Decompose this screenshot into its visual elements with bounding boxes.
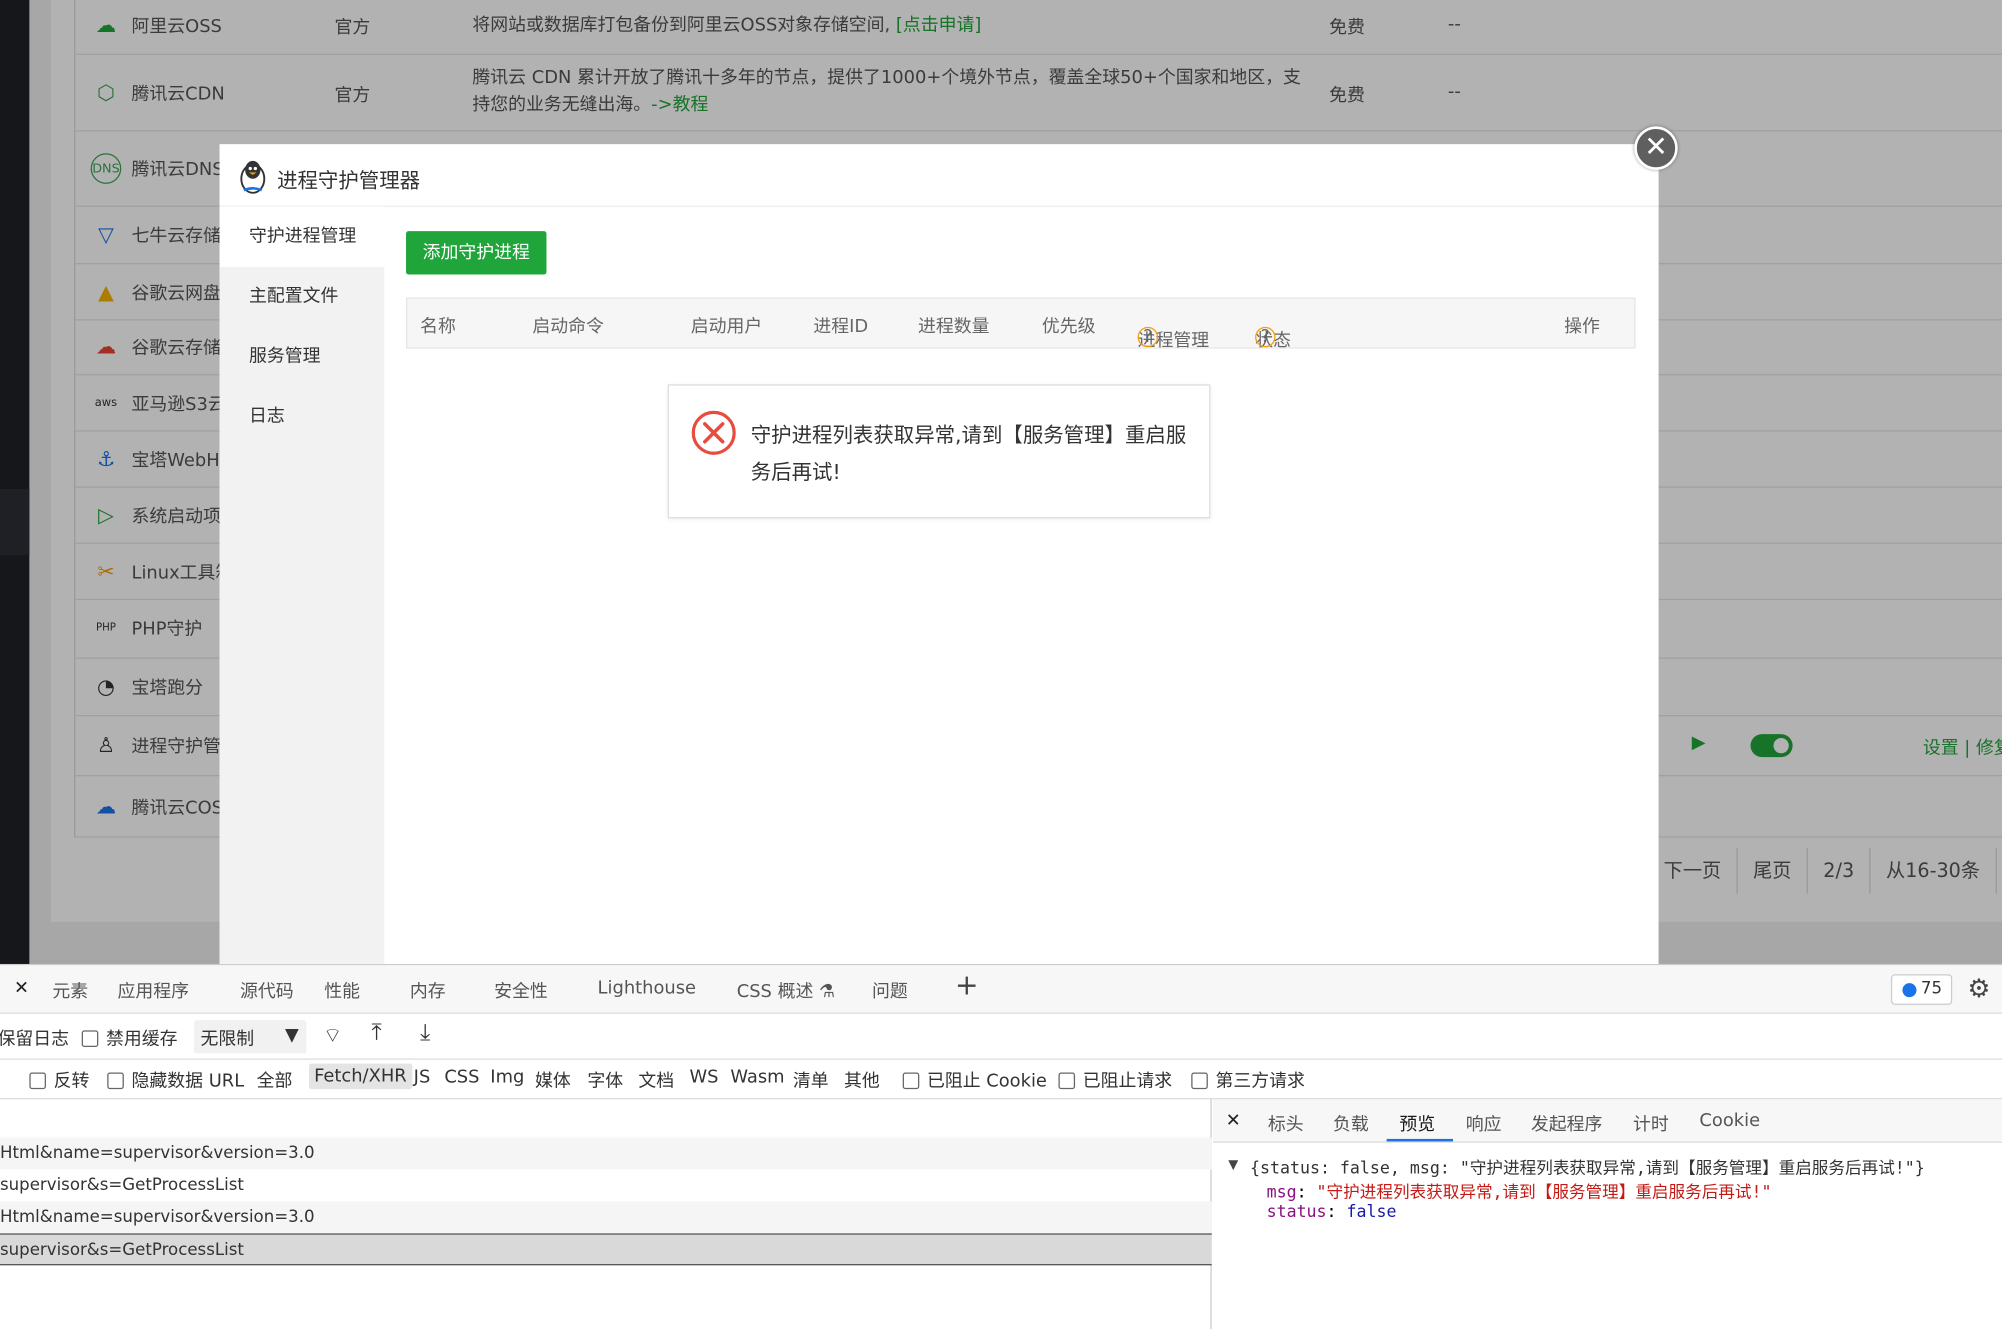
tab-application[interactable]: 应用程序 <box>117 978 189 1004</box>
tab-cookies[interactable]: Cookie <box>1699 1111 1760 1131</box>
devtools-tabbar: i ✕ 元素 应用程序 源代码 性能 内存 安全性 Lighthouse CSS… <box>0 965 2002 1014</box>
dialog-side-menu: 守护进程管理 主配置文件 服务管理 日志 <box>219 206 385 968</box>
process-table-header: 名称 启动命令 启动用户 进程ID 进程数量 优先级 进程管理? 状态? 操作 <box>406 297 1636 351</box>
third-party-checkbox[interactable]: 第三方请求 <box>1191 1067 1305 1093</box>
filter-fetch-xhr[interactable]: Fetch/XHR <box>308 1063 412 1090</box>
filter-other[interactable]: 其他 <box>844 1067 880 1093</box>
close-tab-icon[interactable]: ✕ <box>14 978 29 998</box>
tab-security[interactable]: 安全性 <box>494 978 548 1004</box>
filter-wasm[interactable]: Wasm <box>730 1067 784 1087</box>
preview-status: status: false <box>1266 1202 1397 1222</box>
filter-doc[interactable]: 文档 <box>638 1067 674 1093</box>
preserve-log-label[interactable]: 保留日志 <box>0 1025 69 1051</box>
filter-ws[interactable]: WS <box>689 1067 718 1087</box>
wifi-settings-icon[interactable]: ⌔ <box>323 1023 342 1049</box>
help-icon[interactable]: ? <box>1255 326 1276 348</box>
import-har-icon[interactable]: ⤒ <box>372 1019 382 1046</box>
error-icon <box>691 410 736 455</box>
dialog-header: 进程守护管理器 <box>219 144 1659 207</box>
disable-cache-checkbox[interactable]: 禁用缓存 <box>81 1025 177 1051</box>
tab-memory[interactable]: 内存 <box>410 978 446 1004</box>
tab-response[interactable]: 响应 <box>1466 1111 1502 1137</box>
tab-headers[interactable]: 标头 <box>1268 1111 1304 1137</box>
request-list: Html&name=supervisor&version=3.0 supervi… <box>0 1099 1212 1330</box>
list-item[interactable]: supervisor&s=GetProcessList <box>0 1233 1212 1266</box>
dialog-title: 进程守护管理器 <box>277 168 421 193</box>
blocked-requests-checkbox[interactable]: 已阻止请求 <box>1058 1067 1172 1093</box>
active-tab-indicator <box>1386 1138 1453 1142</box>
list-item[interactable]: Html&name=supervisor&version=3.0 <box>0 1201 1212 1234</box>
filter-media[interactable]: 媒体 <box>535 1067 571 1093</box>
export-har-icon[interactable]: ⤓ <box>420 1019 430 1046</box>
filter-all[interactable]: 全部 <box>257 1067 293 1093</box>
column-actions: 操作 <box>1564 316 1600 338</box>
devtools-panel: i ✕ 元素 应用程序 源代码 性能 内存 安全性 Lighthouse CSS… <box>0 963 2002 1330</box>
column-user[interactable]: 启动用户 <box>691 313 763 339</box>
add-tab-icon[interactable]: + <box>955 970 979 1002</box>
tab-timing[interactable]: 计时 <box>1633 1111 1669 1137</box>
error-toast: 守护进程列表获取异常,请到【服务管理】重启服务后再试! <box>667 384 1211 519</box>
tab-sources[interactable]: 源代码 <box>240 978 294 1004</box>
tab-lighthouse[interactable]: Lighthouse <box>598 978 697 998</box>
column-process-count[interactable]: 进程数量 <box>918 313 990 339</box>
blocked-cookies-checkbox[interactable]: 已阻止 Cookie <box>902 1067 1047 1093</box>
gear-icon[interactable]: ⚙ <box>1968 973 1991 1004</box>
filter-css[interactable]: CSS <box>444 1067 479 1087</box>
supervisor-dialog: 进程守护管理器 守护进程管理 主配置文件 服务管理 日志 添加守护进程 名称 启… <box>219 144 1659 968</box>
tab-css-overview[interactable]: CSS 概述 ⚗ <box>737 978 835 1004</box>
invert-checkbox[interactable]: 反转 <box>29 1067 89 1093</box>
issues-badge[interactable]: 75 <box>1890 974 1953 1005</box>
network-filter-bar: 反转 隐藏数据 URL 全部 Fetch/XHR JS CSS Img 媒体 字… <box>0 1060 2002 1100</box>
help-icon[interactable]: ? <box>1137 326 1159 348</box>
column-name[interactable]: 名称 <box>420 313 456 339</box>
preview-msg: msg: "守护进程列表获取异常,请到【服务管理】重启服务后再试!" <box>1266 1183 1772 1203</box>
menu-item-main-config[interactable]: 主配置文件 <box>220 267 385 327</box>
tab-preview[interactable]: 预览 <box>1399 1111 1435 1137</box>
message-icon <box>1902 983 1917 998</box>
menu-item-service-manage[interactable]: 服务管理 <box>220 327 385 387</box>
menu-item-log[interactable]: 日志 <box>220 387 385 447</box>
detail-tabbar: ✕ 标头 负载 预览 响应 发起程序 计时 Cookie <box>1212 1099 2002 1143</box>
throttle-select[interactable]: 无限制 ▼ <box>194 1020 307 1054</box>
list-item[interactable]: supervisor&s=GetProcessList <box>0 1170 1212 1202</box>
preview-summary: {status: false, msg: "守护进程列表获取异常,请到【服务管理… <box>1249 1159 1925 1179</box>
hide-data-url-checkbox[interactable]: 隐藏数据 URL <box>107 1067 244 1093</box>
column-priority[interactable]: 优先级 <box>1042 313 1096 339</box>
filter-font[interactable]: 字体 <box>587 1067 623 1093</box>
tab-issues[interactable]: 问题 <box>872 978 908 1004</box>
close-dialog-button[interactable]: ✕ <box>1634 126 1678 170</box>
filter-js[interactable]: JS <box>414 1067 431 1087</box>
filter-manifest[interactable]: 清单 <box>793 1067 829 1093</box>
filter-img[interactable]: Img <box>490 1067 524 1087</box>
close-detail-icon[interactable]: ✕ <box>1226 1111 1241 1131</box>
add-process-button[interactable]: 添加守护进程 <box>406 231 547 275</box>
tab-performance[interactable]: 性能 <box>324 978 360 1004</box>
tab-initiator[interactable]: 发起程序 <box>1531 1111 1603 1137</box>
penguin-icon <box>240 160 266 194</box>
tab-elements[interactable]: 元素 <box>52 978 88 1004</box>
flask-icon: ⚗ <box>819 981 836 1003</box>
network-toolbar: 保留日志 禁用缓存 无限制 ▼ ⌔ ⤒ ⤓ <box>0 1014 2002 1060</box>
column-command[interactable]: 启动命令 <box>532 313 604 339</box>
tab-payload[interactable]: 负载 <box>1333 1111 1369 1137</box>
menu-item-process-manage[interactable]: 守护进程管理 <box>219 206 385 267</box>
expand-arrow-icon[interactable]: ▼ <box>1228 1156 1238 1175</box>
error-message: 守护进程列表获取异常,请到【服务管理】重启服务后再试! <box>750 422 1187 484</box>
column-pid[interactable]: 进程ID <box>813 313 868 339</box>
chevron-down-icon: ▼ <box>285 1025 299 1046</box>
list-item[interactable]: Html&name=supervisor&version=3.0 <box>0 1137 1212 1170</box>
request-detail: ✕ 标头 负载 预览 响应 发起程序 计时 Cookie ▼ {status: … <box>1212 1099 2002 1329</box>
